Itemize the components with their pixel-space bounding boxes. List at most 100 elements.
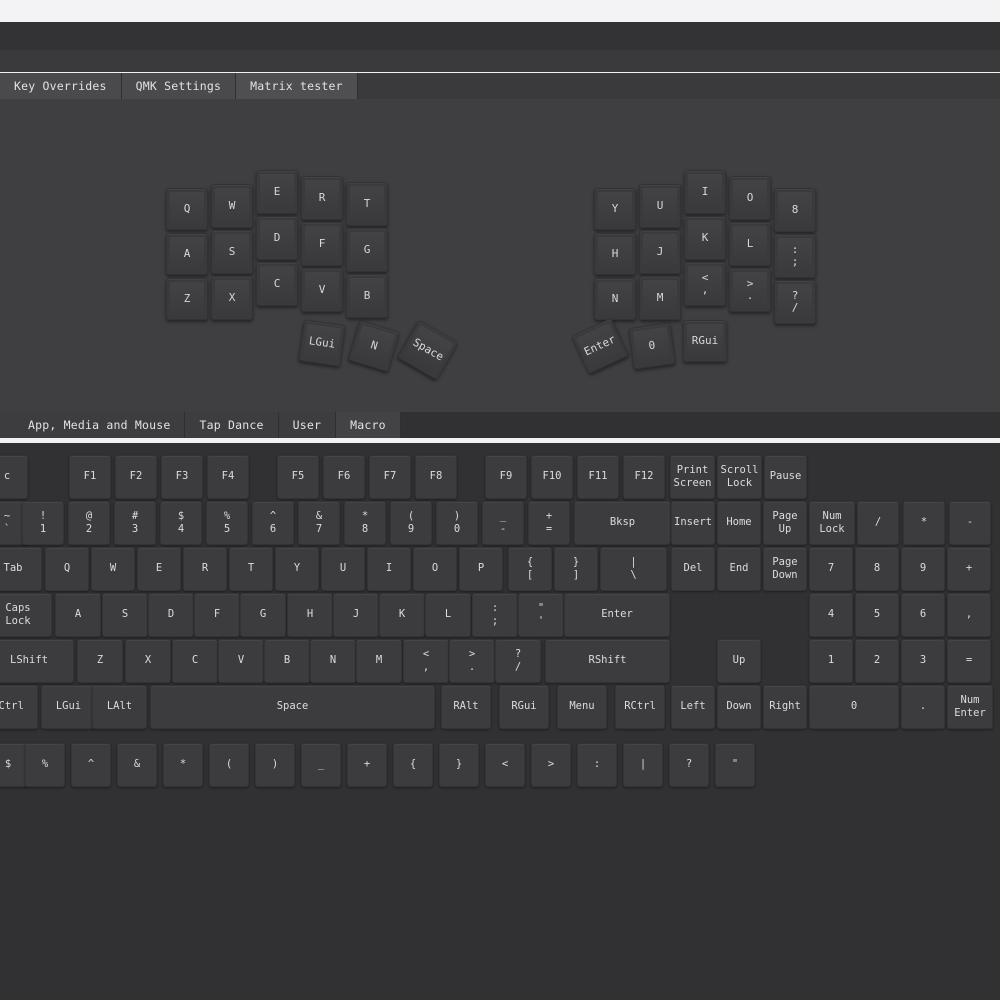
key-y[interactable]: Y	[275, 547, 319, 591]
key-v[interactable]: V	[218, 639, 264, 683]
key-g[interactable]: G	[240, 593, 286, 637]
tab-qmk-settings[interactable]: QMK Settings	[122, 73, 236, 99]
split-key-right-key[interactable]: :;	[774, 234, 816, 278]
key-f6[interactable]: F6	[323, 455, 365, 499]
key-key[interactable]: +=	[528, 501, 570, 545]
key-bksp[interactable]: Bksp	[574, 501, 671, 545]
split-key-right-rgui[interactable]: RGui	[683, 320, 727, 362]
split-key-left-r[interactable]: R	[301, 176, 343, 220]
key-6[interactable]: ^6	[252, 501, 294, 545]
key-j[interactable]: J	[333, 593, 379, 637]
key-key[interactable]: _-	[482, 501, 524, 545]
key-space[interactable]: Space	[150, 685, 435, 729]
split-key-left-v[interactable]: V	[301, 268, 343, 312]
key-f12[interactable]: F12	[623, 455, 665, 499]
split-key-left-q[interactable]: Q	[166, 188, 208, 230]
key-key[interactable]: {[	[508, 547, 552, 591]
key-key[interactable]: *	[163, 743, 203, 787]
key-3[interactable]: #3	[114, 501, 156, 545]
key-z[interactable]: Z	[77, 639, 123, 683]
split-key-right-key[interactable]: >.	[729, 268, 771, 312]
split-key-right-h[interactable]: H	[594, 233, 636, 275]
key-key[interactable]: )	[255, 743, 295, 787]
key-caps-lock[interactable]: CapsLock	[0, 593, 52, 637]
key-f1[interactable]: F1	[69, 455, 111, 499]
split-key-left-n[interactable]: N	[348, 320, 400, 372]
key-key[interactable]: "'	[518, 593, 564, 637]
key-9[interactable]: 9	[901, 547, 945, 591]
key-key[interactable]: =	[947, 639, 991, 683]
key-right[interactable]: Right	[763, 685, 807, 729]
key-5[interactable]: 5	[855, 593, 899, 637]
key-menu[interactable]: Menu	[557, 685, 607, 729]
key-key[interactable]: $	[0, 743, 28, 787]
key-key[interactable]: |\	[600, 547, 667, 591]
key-3[interactable]: 3	[901, 639, 945, 683]
split-key-right-u[interactable]: U	[639, 184, 681, 228]
split-key-left-t[interactable]: T	[346, 182, 388, 226]
key-scroll-lock[interactable]: ScrollLock	[717, 455, 762, 499]
split-key-left-x[interactable]: X	[211, 276, 253, 320]
tab-app-media-and-mouse[interactable]: App, Media and Mouse	[14, 412, 185, 438]
key-down[interactable]: Down	[717, 685, 761, 729]
split-key-left-space[interactable]: Space	[397, 319, 459, 380]
key-key[interactable]: ,	[947, 593, 991, 637]
split-key-left-f[interactable]: F	[301, 222, 343, 266]
key-enter[interactable]: Enter	[564, 593, 670, 637]
split-key-right-n[interactable]: N	[594, 278, 636, 320]
split-key-left-lgui[interactable]: LGui	[298, 319, 345, 366]
split-key-left-c[interactable]: C	[256, 262, 298, 306]
key-e[interactable]: E	[137, 547, 181, 591]
split-key-left-b[interactable]: B	[346, 274, 388, 318]
key-k[interactable]: K	[379, 593, 425, 637]
key-8[interactable]: 8	[855, 547, 899, 591]
key-del[interactable]: Del	[671, 547, 715, 591]
key-page-up[interactable]: PageUp	[763, 501, 807, 545]
key-1[interactable]: 1	[809, 639, 853, 683]
key-key[interactable]: <,	[403, 639, 449, 683]
key-f8[interactable]: F8	[415, 455, 457, 499]
key-0[interactable]: )0	[436, 501, 478, 545]
split-key-right-key[interactable]: ?/	[774, 280, 816, 324]
key-key[interactable]: +	[947, 547, 991, 591]
key-c[interactable]: C	[172, 639, 218, 683]
key-r[interactable]: R	[183, 547, 227, 591]
key-o[interactable]: O	[413, 547, 457, 591]
key-9[interactable]: (9	[390, 501, 432, 545]
split-key-left-e[interactable]: E	[256, 170, 298, 214]
key-lshift[interactable]: LShift	[0, 639, 74, 683]
split-key-right-i[interactable]: I	[684, 170, 726, 214]
key-f11[interactable]: F11	[577, 455, 619, 499]
split-key-right-l[interactable]: L	[729, 222, 771, 266]
key-c[interactable]: c	[0, 455, 28, 499]
key-key[interactable]: >	[531, 743, 571, 787]
split-key-right-k[interactable]: K	[684, 216, 726, 260]
key-h[interactable]: H	[287, 593, 333, 637]
key-key[interactable]: -	[949, 501, 991, 545]
key-t[interactable]: T	[229, 547, 273, 591]
key-b[interactable]: B	[264, 639, 310, 683]
split-key-right-enter[interactable]: Enter	[571, 318, 629, 375]
key-u[interactable]: U	[321, 547, 365, 591]
key-key[interactable]: ?	[669, 743, 709, 787]
key-key[interactable]: _	[301, 743, 341, 787]
tab-tap-dance[interactable]: Tap Dance	[185, 412, 278, 438]
split-key-left-a[interactable]: A	[166, 233, 208, 275]
key-tab[interactable]: Tab	[0, 547, 42, 591]
key-f2[interactable]: F2	[115, 455, 157, 499]
key-n[interactable]: N	[310, 639, 356, 683]
key-f10[interactable]: F10	[531, 455, 573, 499]
split-key-left-z[interactable]: Z	[166, 278, 208, 320]
split-key-left-s[interactable]: S	[211, 230, 253, 274]
key-lalt[interactable]: LAlt	[92, 685, 147, 729]
key-pause[interactable]: Pause	[764, 455, 807, 499]
key-up[interactable]: Up	[717, 639, 761, 683]
key-key[interactable]: /	[857, 501, 899, 545]
key-f4[interactable]: F4	[207, 455, 249, 499]
key-num-lock[interactable]: NumLock	[809, 501, 855, 545]
key-m[interactable]: M	[356, 639, 402, 683]
key-key[interactable]: }	[439, 743, 479, 787]
key-key[interactable]: }]	[554, 547, 598, 591]
key-0[interactable]: 0	[809, 685, 899, 729]
key-s[interactable]: S	[102, 593, 148, 637]
